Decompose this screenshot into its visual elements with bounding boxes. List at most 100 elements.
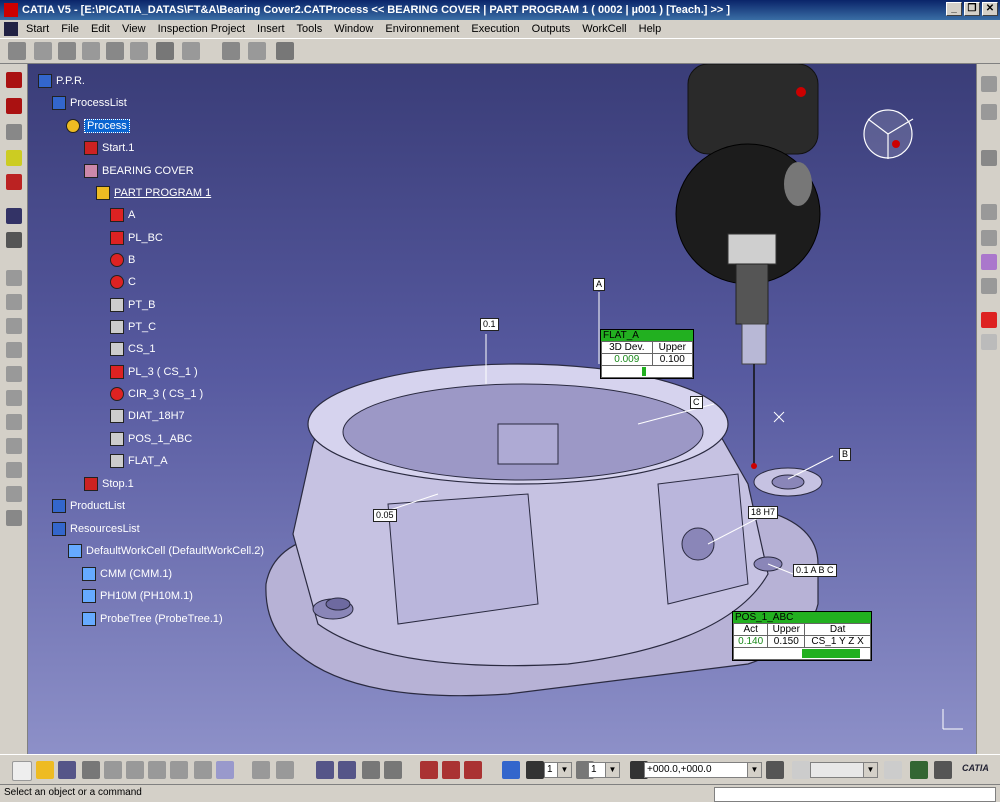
tree-node-feature[interactable]: A xyxy=(110,206,135,224)
tree-node-productlist[interactable]: ProductList xyxy=(52,497,125,515)
chevron-down-icon[interactable]: ▼ xyxy=(557,763,571,777)
position-tag[interactable]: 0.1 A B C xyxy=(793,564,837,577)
tool-icon[interactable] xyxy=(981,278,997,294)
menu-execution[interactable]: Execution xyxy=(465,23,525,35)
tree-node-start[interactable]: Start.1 xyxy=(84,139,134,157)
tool-icon[interactable] xyxy=(130,42,148,60)
tool-icon[interactable] xyxy=(82,42,100,60)
tree-node-feature[interactable]: PT_B xyxy=(110,296,156,314)
menu-view[interactable]: View xyxy=(116,23,152,35)
catia-app-icon[interactable] xyxy=(4,3,18,17)
tree-node-workcell[interactable]: DefaultWorkCell (DefaultWorkCell.2) xyxy=(68,542,264,560)
tool-icon[interactable] xyxy=(502,761,520,779)
command-input[interactable] xyxy=(714,787,996,802)
restore-button[interactable]: ❐ xyxy=(964,2,980,16)
tool-icon[interactable] xyxy=(6,462,22,478)
tool-icon[interactable] xyxy=(6,342,22,358)
tool-icon[interactable] xyxy=(6,150,22,166)
tree-node-bearing-cover[interactable]: BEARING COVER xyxy=(84,162,194,180)
close-button[interactable]: ✕ xyxy=(982,2,998,16)
tool-icon[interactable] xyxy=(6,390,22,406)
flatness-tag[interactable]: 0.1 xyxy=(480,318,499,331)
combo-1[interactable]: 1 ▼ xyxy=(544,762,572,778)
tree-node-resource[interactable]: PH10M (PH10M.1) xyxy=(82,587,193,605)
menu-insert[interactable]: Insert xyxy=(251,23,291,35)
tree-node-feature[interactable]: B xyxy=(110,251,135,269)
tool-icon[interactable] xyxy=(420,761,438,779)
tree-node-feature[interactable]: PT_C xyxy=(110,318,156,336)
datum-a-tag[interactable]: A xyxy=(593,278,606,291)
tool-icon[interactable] xyxy=(276,42,294,60)
undo-icon[interactable] xyxy=(170,761,188,779)
tree-node-feature[interactable]: CS_1 xyxy=(110,340,156,358)
tree-node-stop[interactable]: Stop.1 xyxy=(84,475,134,493)
tool-icon[interactable] xyxy=(981,150,997,166)
tree-node-process[interactable]: Process xyxy=(66,117,130,135)
menu-edit[interactable]: Edit xyxy=(85,23,116,35)
chevron-down-icon[interactable]: ▼ xyxy=(747,763,761,777)
tool-icon[interactable] xyxy=(6,208,22,224)
paste-icon[interactable] xyxy=(148,761,166,779)
tool-icon[interactable] xyxy=(182,42,200,60)
combo-2[interactable]: 1 ▼ xyxy=(588,762,620,778)
tool-icon[interactable] xyxy=(6,414,22,430)
eye-icon[interactable] xyxy=(156,42,174,60)
tool-icon[interactable] xyxy=(981,104,997,120)
tool-icon[interactable] xyxy=(6,124,22,140)
flat-a-result-box[interactable]: FLAT_A 3D Dev. Upper 0.009 0.100 xyxy=(600,329,694,379)
menu-tools[interactable]: Tools xyxy=(291,23,329,35)
tool-icon[interactable] xyxy=(526,761,544,779)
menu-window[interactable]: Window xyxy=(328,23,379,35)
diameter-tag[interactable]: 18 H7 xyxy=(748,506,779,519)
tool-icon[interactable] xyxy=(6,438,22,454)
tool-icon[interactable] xyxy=(362,761,380,779)
tool-icon[interactable] xyxy=(34,42,52,60)
menu-environnement[interactable]: Environnement xyxy=(379,23,465,35)
3d-viewport[interactable]: A B C 0.1 0.05 18 H7 0.1 A B C P.P.R. Pr… xyxy=(28,64,976,754)
chevron-down-icon[interactable]: ▼ xyxy=(605,763,619,777)
print-icon[interactable] xyxy=(82,761,100,779)
tree-node-processlist[interactable]: ProcessList xyxy=(52,94,127,112)
menu-inspection-project[interactable]: Inspection Project xyxy=(152,23,251,35)
tool-icon[interactable] xyxy=(222,42,240,60)
datum-b-tag[interactable]: B xyxy=(839,448,852,461)
open-icon[interactable] xyxy=(36,761,54,779)
tool-icon[interactable] xyxy=(6,510,22,526)
tool-icon[interactable] xyxy=(248,42,266,60)
menu-start[interactable]: Start xyxy=(20,23,55,35)
coordinates-combo[interactable]: +000.0,+000.0 ▼ xyxy=(644,762,762,778)
tree-node-feature[interactable]: PL_3 ( CS_1 ) xyxy=(110,363,198,381)
tree-node-resourceslist[interactable]: ResourcesList xyxy=(52,520,140,538)
tool-icon[interactable] xyxy=(792,761,810,779)
tool-icon[interactable] xyxy=(981,76,997,92)
tree-node-part-program[interactable]: PART PROGRAM 1 xyxy=(96,184,211,202)
catia-menu-icon[interactable] xyxy=(4,22,18,36)
new-icon[interactable] xyxy=(12,761,32,781)
tree-node-feature[interactable]: C xyxy=(110,273,136,291)
formula-icon[interactable] xyxy=(252,761,270,779)
tool-icon[interactable] xyxy=(981,254,997,270)
tool-icon[interactable] xyxy=(276,761,294,779)
tool-icon[interactable] xyxy=(58,42,76,60)
tree-node-feature[interactable]: PL_BC xyxy=(110,229,163,247)
tool-icon[interactable] xyxy=(981,230,997,246)
tool-icon[interactable] xyxy=(384,761,402,779)
tool-icon[interactable] xyxy=(6,232,22,248)
tool-icon[interactable] xyxy=(6,318,22,334)
minimize-button[interactable]: _ xyxy=(946,2,962,16)
tree-node-feature[interactable]: POS_1_ABC xyxy=(110,430,192,448)
whats-this-icon[interactable] xyxy=(216,761,234,779)
menu-outputs[interactable]: Outputs xyxy=(526,23,577,35)
tool-icon[interactable] xyxy=(6,72,22,88)
tool-icon[interactable] xyxy=(442,761,460,779)
menu-workcell[interactable]: WorkCell xyxy=(576,23,632,35)
tree-node-ppr[interactable]: P.P.R. xyxy=(38,72,85,90)
redo-icon[interactable] xyxy=(194,761,212,779)
tool-icon[interactable] xyxy=(934,761,952,779)
tree-node-feature[interactable]: DIAT_18H7 xyxy=(110,407,185,425)
tool-icon[interactable] xyxy=(6,366,22,382)
tool-icon[interactable] xyxy=(766,761,784,779)
tool-icon[interactable] xyxy=(6,294,22,310)
tool-icon[interactable] xyxy=(316,761,334,779)
compass-icon[interactable] xyxy=(863,109,914,159)
